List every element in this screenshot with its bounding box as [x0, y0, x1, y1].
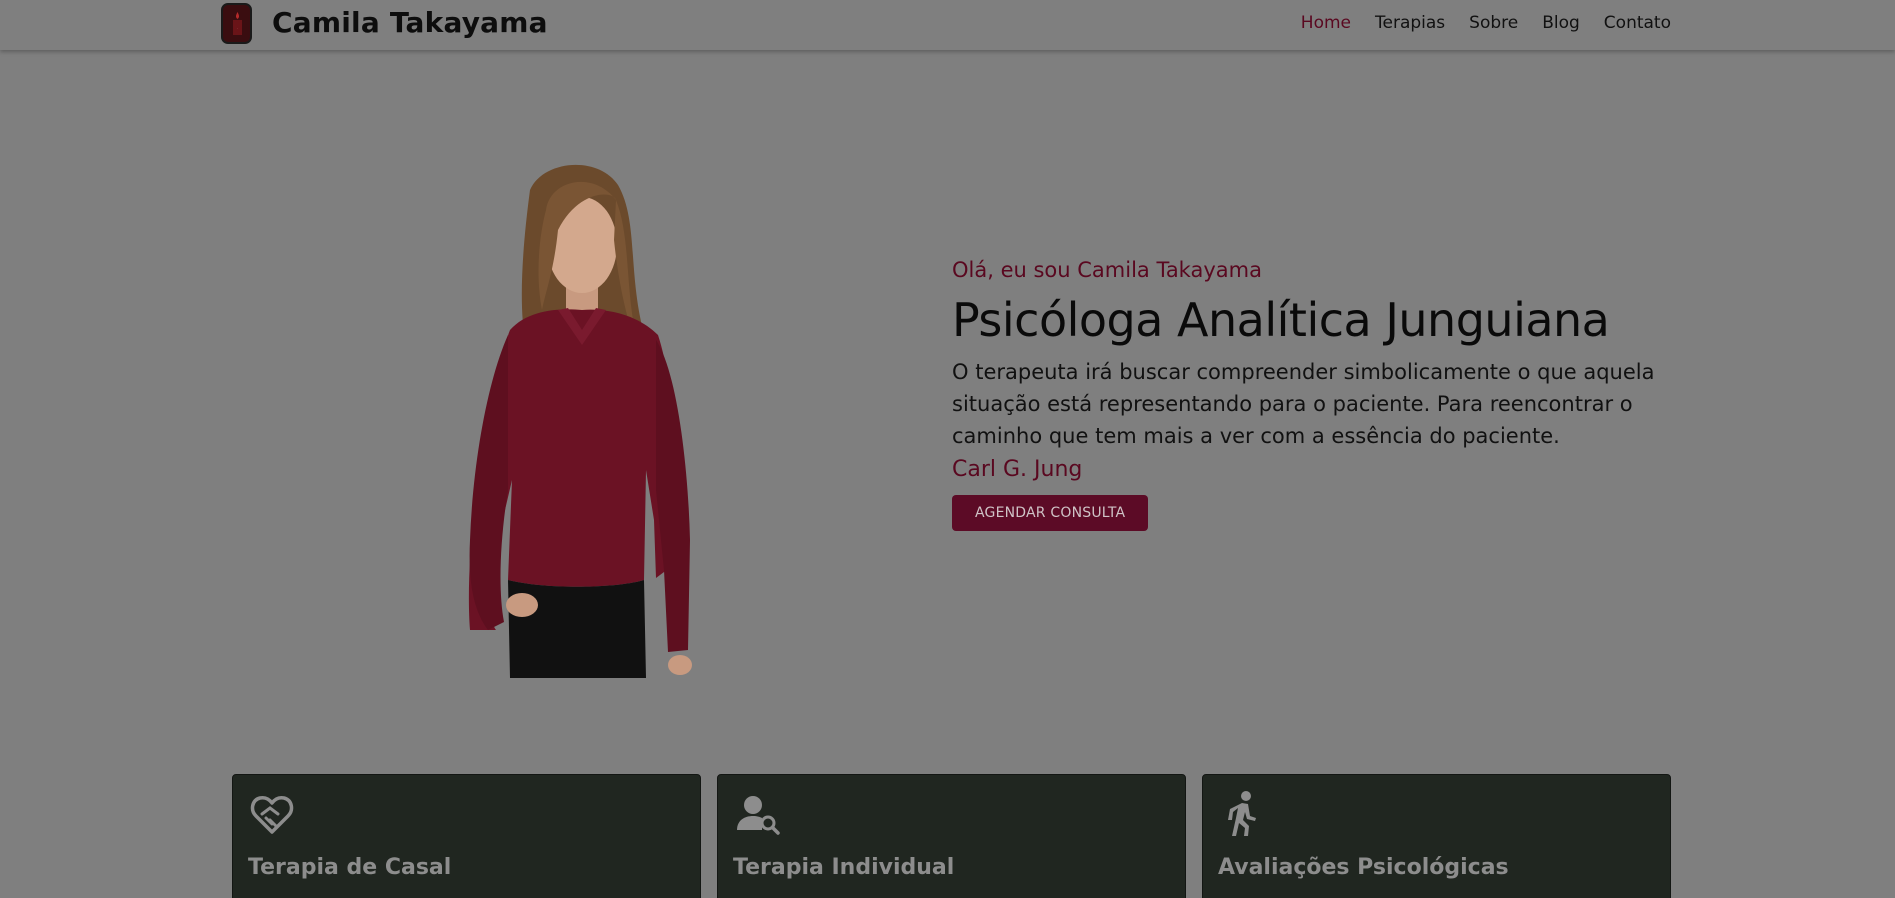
nav-terapias[interactable]: Terapias: [1375, 13, 1445, 33]
hero-text: Olá, eu sou Camila Takayama Psicóloga An…: [952, 258, 1672, 531]
hero-greeting: Olá, eu sou Camila Takayama: [952, 258, 1262, 282]
service-card-casal[interactable]: Terapia de Casal: [232, 774, 701, 898]
hero-quote: O terapeuta irá buscar compreender simbo…: [952, 360, 1655, 448]
card-title: Terapia Individual: [733, 855, 955, 880]
nav-blog[interactable]: Blog: [1542, 13, 1580, 33]
schedule-appointment-button[interactable]: AGENDAR CONSULTA: [952, 495, 1149, 531]
svg-text:.: .: [237, 26, 238, 30]
card-title: Avaliações Psicológicas: [1218, 855, 1509, 880]
nav-home[interactable]: Home: [1301, 13, 1351, 33]
service-card-individual[interactable]: Terapia Individual: [717, 774, 1186, 898]
nav-sobre[interactable]: Sobre: [1469, 13, 1518, 33]
heart-handshake-icon: [250, 796, 294, 834]
hero-portrait: [468, 164, 692, 678]
candle-logo-icon[interactable]: .: [221, 3, 252, 44]
site-header: . Camila Takayama Home Terapias Sobre Bl…: [0, 0, 1895, 50]
brand-name[interactable]: Camila Takayama: [272, 6, 548, 39]
card-title: Terapia de Casal: [248, 855, 452, 880]
user-search-icon: [737, 796, 780, 835]
main-nav: Home Terapias Sobre Blog Contato: [1301, 13, 1671, 33]
hero-headline: Psicóloga Analítica Junguiana: [952, 293, 1610, 347]
service-card-avaliacoes[interactable]: Avaliações Psicológicas: [1202, 774, 1671, 898]
quote-author: Carl G. Jung: [952, 457, 1083, 482]
walking-person-icon: [1228, 791, 1256, 836]
nav-contato[interactable]: Contato: [1604, 13, 1671, 33]
